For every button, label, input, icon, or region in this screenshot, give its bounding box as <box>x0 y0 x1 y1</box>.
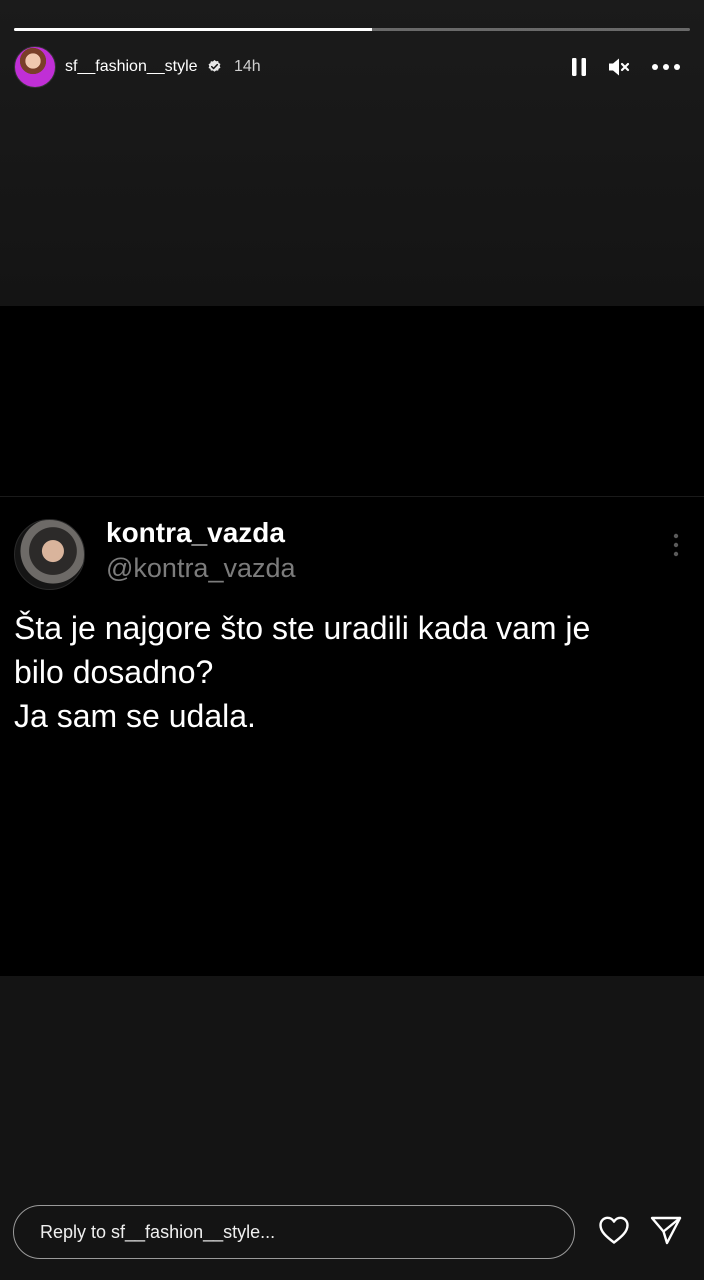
pause-icon[interactable] <box>566 54 592 80</box>
tweet-more-icon <box>673 533 679 557</box>
reply-field[interactable] <box>13 1205 575 1259</box>
profile-avatar[interactable] <box>14 46 56 88</box>
tweet-text-line: Šta je najgore što ste uradili kada vam … <box>14 610 591 646</box>
send-icon[interactable] <box>649 1214 683 1246</box>
story-black-band <box>0 306 704 496</box>
more-icon[interactable] <box>650 54 682 80</box>
tweet-author-avatar <box>14 519 85 590</box>
story-progress-bar <box>14 28 690 31</box>
verified-badge-icon <box>208 59 221 72</box>
tweet-text: Šta je najgore što ste uradili kada vam … <box>14 606 694 738</box>
story-header: sf__fashion__style 14h <box>14 46 690 88</box>
reply-input[interactable] <box>40 1206 540 1258</box>
story-progress-fill <box>14 28 373 31</box>
heart-icon[interactable] <box>597 1214 631 1246</box>
tweet-author-name: kontra_vazda <box>106 517 285 548</box>
tweet-author-handle: @kontra_vazda <box>106 553 296 583</box>
story-time: 14h <box>234 58 261 75</box>
story-username[interactable]: sf__fashion__style <box>65 58 198 76</box>
tweet-text-line: bilo dosadno? <box>14 654 214 690</box>
tweet-text-line: Ja sam se udala. <box>14 698 256 734</box>
mute-icon[interactable] <box>606 54 632 80</box>
